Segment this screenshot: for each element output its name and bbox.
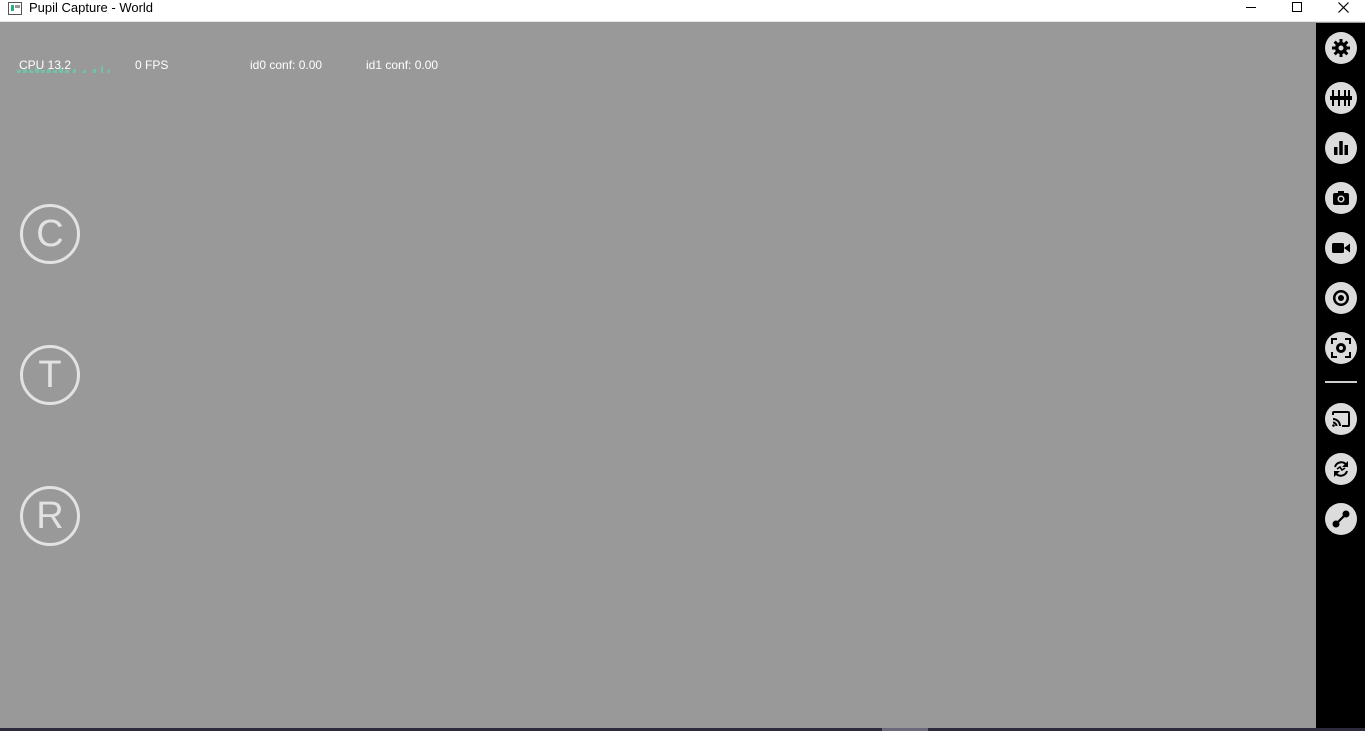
sync-icon [1334,461,1348,477]
video-icon [1332,243,1350,253]
world-camera-button[interactable] [1325,182,1357,214]
link-icon [1332,510,1350,528]
plugin-manager-button[interactable] [1325,82,1357,114]
window-title: Pupil Capture - World [29,0,154,15]
pupil-capture-window: Pupil Capture - World CPU 13.2 0 FPS id0… [0,0,1365,731]
fps-readout: 0 FPS [135,58,169,72]
id0-confidence-readout: id0 conf: 0.00 [250,58,323,72]
time-sync-button[interactable] [1325,453,1357,485]
gear-icon [1332,39,1350,57]
screen-marker-icon [1331,338,1351,358]
camera-icon [1333,191,1349,205]
close-icon [1337,1,1349,13]
minimize-button[interactable] [1228,0,1274,22]
sliders-icon [1330,90,1352,106]
test-button[interactable]: T [20,345,80,405]
pupil-remote-button[interactable] [1325,503,1357,535]
app-icon [8,2,22,15]
title-bar: Pupil Capture - World [0,0,1365,22]
maximize-button[interactable] [1274,0,1320,22]
calibration-button[interactable] [1325,282,1357,314]
record-button[interactable]: R [20,486,80,546]
world-view-canvas[interactable]: CPU 13.2 0 FPS id0 conf: 0.00 id1 conf: … [0,23,1316,728]
surface-tracker-button[interactable] [1325,332,1357,364]
sidebar-separator [1325,381,1357,383]
cast-icon [1332,411,1350,427]
target-icon [1333,290,1349,306]
maximize-icon [1292,2,1302,12]
recorder-button[interactable] [1325,232,1357,264]
id1-confidence-readout: id1 conf: 0.00 [366,58,439,72]
system-graphs-button[interactable] [1325,132,1357,164]
bar-chart-icon [1334,141,1348,155]
general-settings-button[interactable] [1325,32,1357,64]
minimize-icon [1246,6,1256,8]
cpu-readout: CPU 13.2 [19,58,72,72]
calibrate-button[interactable]: C [20,204,80,264]
network-api-button[interactable] [1325,403,1357,435]
plugin-sidebar [1316,23,1365,728]
close-button[interactable] [1320,0,1365,22]
